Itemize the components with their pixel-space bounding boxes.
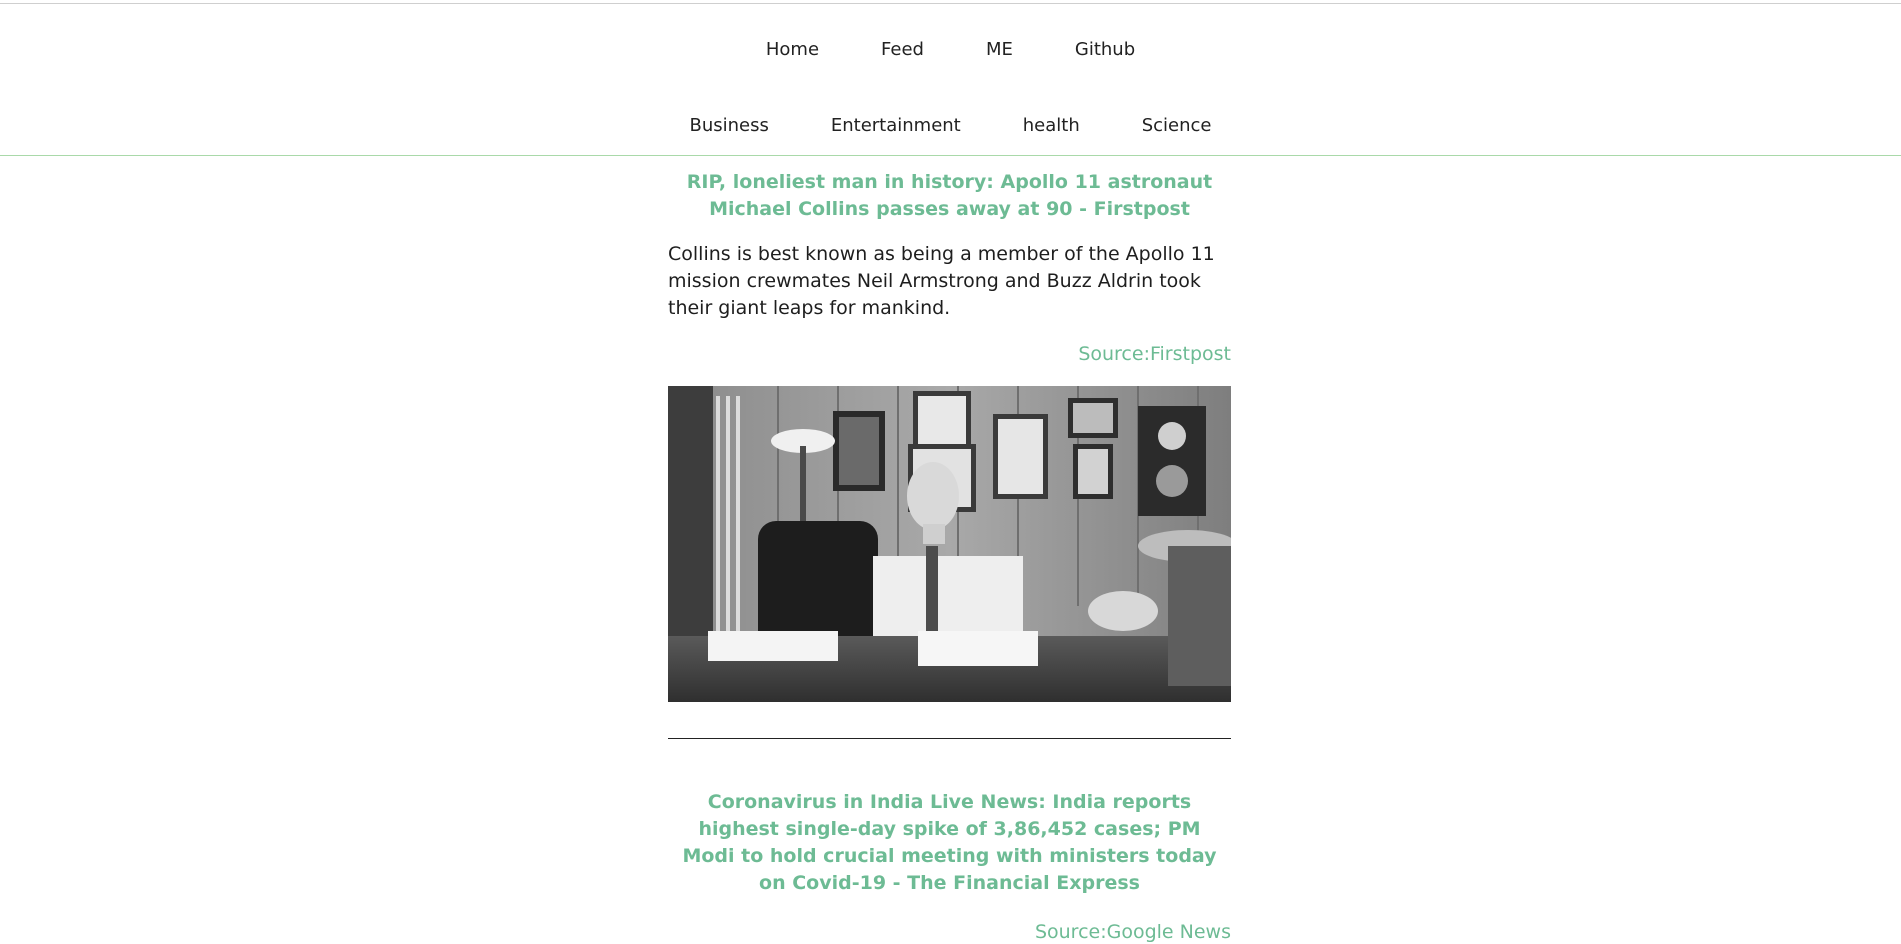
article-divider — [668, 738, 1231, 739]
top-border — [0, 3, 1901, 4]
main-nav: Home Feed ME Github — [0, 38, 1901, 62]
nav-github-link[interactable]: Github — [1075, 38, 1135, 62]
category-business-link[interactable]: Business — [689, 114, 768, 138]
article-source-link[interactable]: Source:Google News — [668, 920, 1231, 944]
article-title[interactable]: RIP, loneliest man in history: Apollo 11… — [668, 169, 1231, 223]
article-description: Collins is best known as being a member … — [668, 243, 1215, 319]
nav-feed-link[interactable]: Feed — [881, 38, 924, 62]
page: Home Feed ME Github Business Entertainme… — [0, 0, 1901, 944]
article-photo[interactable] — [668, 386, 1231, 702]
category-science-link[interactable]: Science — [1142, 114, 1212, 138]
article-title[interactable]: Coronavirus in India Live News: India re… — [668, 789, 1231, 897]
news-article: RIP, loneliest man in history: Apollo 11… — [668, 169, 1231, 739]
category-health-link[interactable]: health — [1023, 114, 1080, 138]
category-nav: Business Entertainment health Science — [0, 114, 1901, 138]
article-source-link[interactable]: Source:Firstpost — [668, 342, 1231, 366]
nav-home-link[interactable]: Home — [766, 38, 819, 62]
nav-divider — [0, 155, 1901, 156]
category-entertainment-link[interactable]: Entertainment — [831, 114, 961, 138]
nav-me-link[interactable]: ME — [986, 38, 1013, 62]
news-feed: RIP, loneliest man in history: Apollo 11… — [668, 169, 1231, 944]
news-article: Coronavirus in India Live News: India re… — [668, 789, 1231, 944]
